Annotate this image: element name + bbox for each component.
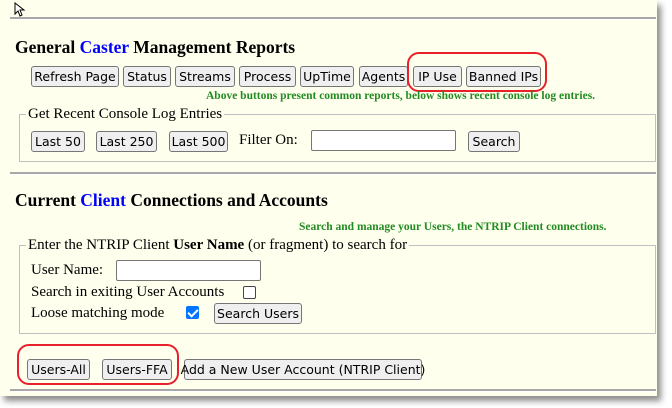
loose-matching-label: Loose matching mode [31, 305, 165, 321]
reports-title-post: Management Reports [128, 37, 296, 57]
clients-title: Current Client Connections and Accounts [15, 190, 328, 211]
status-button[interactable]: Status [123, 66, 171, 87]
admin-panel: General Caster Management Reports Refres… [0, 0, 657, 396]
user-name-input[interactable] [116, 260, 261, 281]
mouse-pointer-icon [14, 2, 26, 17]
add-user-button[interactable]: Add a New User Account (NTRIP Client) [181, 359, 425, 380]
filter-on-label: Filter On: [239, 132, 298, 148]
clients-note: Search and manage your Users, the NTRIP … [299, 221, 607, 233]
refresh-page-button[interactable]: Refresh Page [31, 66, 119, 87]
streams-button[interactable]: Streams [175, 66, 235, 87]
reports-note: Above buttons present common reports, be… [206, 90, 596, 102]
user-name-label: User Name: [31, 262, 104, 278]
highlight-circle [407, 52, 547, 92]
uptime-button[interactable]: UpTime [300, 66, 354, 87]
divider [10, 389, 656, 392]
highlight-circle [17, 344, 179, 385]
last-250-button[interactable]: Last 250 [96, 131, 157, 152]
console-log-legend: Get Recent Console Log Entries [28, 106, 223, 122]
loose-matching-checkbox[interactable] [186, 306, 199, 319]
reports-title-accent: Caster [79, 37, 129, 57]
reports-title: General Caster Management Reports [15, 37, 295, 58]
legend-bold: User Name [173, 237, 245, 253]
clients-title-accent: Client [80, 190, 126, 210]
search-existing-label: Search in exiting User Accounts [31, 284, 225, 300]
last-500-button[interactable]: Last 500 [169, 131, 228, 152]
clients-title-post: Connections and Accounts [126, 190, 328, 210]
clients-title-pre: Current [15, 190, 81, 210]
filter-input[interactable] [311, 130, 456, 151]
process-button[interactable]: Process [239, 66, 296, 87]
console-search-button[interactable]: Search [468, 131, 520, 152]
last-50-button[interactable]: Last 50 [31, 131, 85, 152]
legend-post: (or fragment) to search for [244, 237, 408, 253]
reports-title-pre: General [15, 37, 80, 57]
agents-button[interactable]: Agents [359, 66, 408, 87]
search-users-button[interactable]: Search Users [214, 303, 302, 324]
user-search-legend: Enter the NTRIP Client User Name (or fra… [26, 237, 409, 254]
divider [10, 172, 656, 175]
search-existing-checkbox[interactable] [243, 286, 256, 299]
legend-pre: Enter the NTRIP Client [28, 237, 174, 253]
divider [10, 17, 656, 20]
